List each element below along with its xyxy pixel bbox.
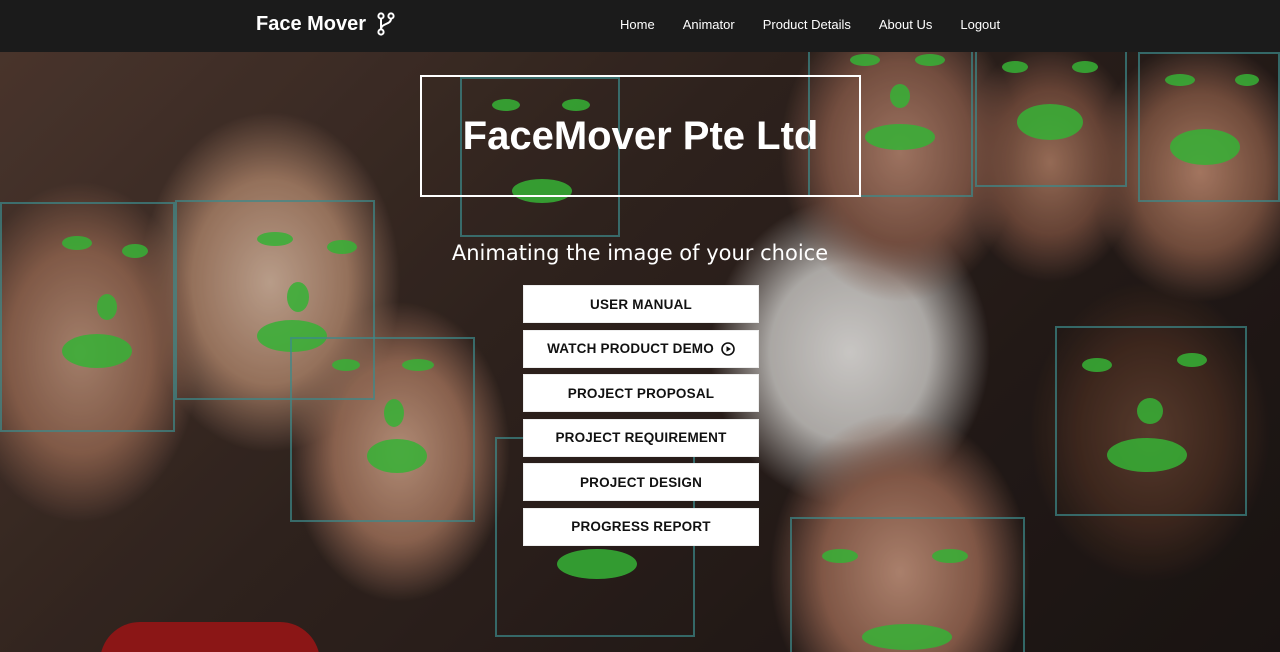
brand-name: Face Mover <box>256 12 367 35</box>
face-detection-box <box>975 52 1127 187</box>
project-design-label: PROJECT DESIGN <box>579 474 703 490</box>
face-detection-box <box>1138 52 1280 202</box>
user-manual-label: USER MANUAL <box>590 296 692 312</box>
progress-report-label: PROGRESS REPORT <box>571 519 711 534</box>
hero-title: FaceMover Pte Ltd <box>462 113 819 158</box>
nav-logout[interactable]: Logout <box>960 17 1000 32</box>
red-dress <box>100 622 320 652</box>
nav-animator[interactable]: Animator <box>683 17 735 32</box>
project-design-button[interactable]: PROJECT DESIGN <box>523 463 759 501</box>
face-detection-box <box>290 337 475 522</box>
brand-link[interactable]: Face Mover <box>256 12 396 36</box>
project-requirement-button[interactable]: PROJECT REQUIREMENT <box>523 418 759 457</box>
hero-subtitle: Animating the image of your choice <box>451 241 829 265</box>
watch-product-demo-button[interactable]: WATCH PRODUCT DEMO <box>523 329 759 368</box>
project-proposal-button[interactable]: PROJECT PROPOSAL <box>523 374 759 412</box>
hero-button-group: USER MANUAL WATCH PRODUCT DEMO PROJECT P… <box>523 285 759 552</box>
face-detection-box <box>175 200 375 400</box>
nav-product-details[interactable]: Product Details <box>763 17 851 32</box>
face-detection-box <box>790 517 1025 652</box>
git-branch-icon <box>377 12 395 36</box>
watch-product-demo-label: WATCH PRODUCT DEMO <box>547 341 714 356</box>
top-navbar: Face Mover Home Animator Product Details… <box>0 0 1280 52</box>
nav-links: Home Animator Product Details About Us L… <box>620 17 1028 32</box>
face-detection-box <box>1055 326 1247 516</box>
nav-about-us[interactable]: About Us <box>879 17 932 32</box>
progress-report-button[interactable]: PROGRESS REPORT <box>523 507 759 546</box>
user-manual-button[interactable]: USER MANUAL <box>523 285 759 323</box>
nav-home[interactable]: Home <box>620 17 655 32</box>
play-circle-icon <box>721 341 735 356</box>
hero-title-box: FaceMover Pte Ltd <box>420 75 861 197</box>
project-requirement-label: PROJECT REQUIREMENT <box>555 430 727 445</box>
project-proposal-label: PROJECT PROPOSAL <box>567 385 715 401</box>
face-detection-box <box>0 202 175 432</box>
